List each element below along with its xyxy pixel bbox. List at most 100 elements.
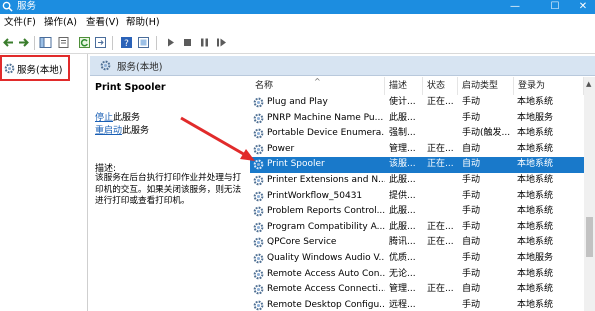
stop-service-row: 停止此服务 [95,110,140,123]
service-row[interactable]: PNRP Machine Name Pu... 此服... 手动 本地服务 [250,111,595,127]
service-startup-type: 自动 [462,159,481,170]
service-log-on-as: 本地服务 [517,112,554,123]
service-name: PNRP Machine Name Pu... [267,112,384,123]
service-log-on-as: 本地系统 [517,221,554,232]
service-startup-type: 手动 [462,190,481,201]
gear-icon [253,300,264,311]
restart-icon[interactable] [215,36,228,49]
service-row[interactable]: Program Compatibility A... 此服... 正在... 手动 本地… [250,220,595,236]
gear-icon [253,206,264,217]
service-startup-type: 手动 [462,253,481,263]
service-name: PrintWorkflow_50431 [267,190,363,201]
toolbar: ? [0,32,595,54]
service-row[interactable]: Remote Access Auto Con... 无论... 手动 本地系统 [250,267,595,283]
close-button[interactable]: ✕ [571,0,595,14]
console-tree-icon[interactable] [39,36,52,49]
title-bar: 服务 — ☐ ✕ [0,0,595,14]
gear-icon [253,113,264,123]
service-row[interactable]: Power 管理... 正在... 自动 本地系统 [250,142,595,158]
service-description: 此服... [389,221,416,232]
services-app-icon [2,1,13,12]
service-row[interactable]: Portable Device Enumera... 强制... 手动(触发... 本… [250,126,595,142]
service-status: 正在... [427,284,454,295]
scroll-up-icon[interactable]: ▲ [586,80,591,88]
gear-icon [253,191,264,201]
service-name: Quality Windows Audio V... [267,253,385,263]
service-log-on-as: 本地系统 [517,237,554,248]
gear-icon [253,269,264,279]
service-log-on-as: 本地系统 [517,97,554,107]
service-description: 强制... [389,128,416,139]
service-row[interactable]: Remote Desktop Configu... 远程... 手动 本地系统 [250,298,595,311]
service-startup-type: 手动 [462,268,481,279]
detail-header-label: 服务(本地) [117,62,163,73]
service-row[interactable]: Quality Windows Audio V... 优质... 手动 本地服务 [250,251,595,267]
tree-item-label: 服务(本地) [17,65,63,76]
scrollbar-thumb[interactable] [586,217,593,257]
gear-icon [253,128,264,139]
gear-icon [253,160,264,170]
maximize-button[interactable]: ☐ [535,0,575,14]
service-status: 正在... [427,159,454,170]
service-description: 提供... [389,190,416,201]
menu-file[interactable]: 文件(F) [4,14,36,32]
service-description: 管理... [389,284,416,295]
pause-icon[interactable] [198,36,211,49]
restart-service-suffix: 此服务 [122,126,150,136]
minimize-button[interactable]: — [495,0,535,14]
service-row[interactable]: Printer Extensions and N... 此服... 手动 本地系统 [250,173,595,189]
service-row[interactable]: PrintWorkflow_50431 提供... 手动 本地系统 [250,189,595,205]
gear-icon [253,222,264,233]
stop-service-link[interactable]: 停止 [95,113,113,123]
service-startup-type: 自动 [462,284,481,295]
gear-icon [253,238,264,248]
service-row[interactable]: Problem Reports Control... 此服... 手动 本地系统 [250,204,595,220]
service-status: 正在... [427,237,454,248]
stop-service-suffix: 此服务 [113,113,141,123]
vertical-scrollbar[interactable]: ▲ [584,77,595,311]
console-tree-pane: 服务(本地) [0,54,88,311]
menu-help[interactable]: 帮助(H) [126,14,160,32]
column-header-startup-type[interactable]: 启动类型 [458,77,514,95]
restart-service-link[interactable]: 重启动 [95,126,122,136]
service-row[interactable]: QPCore Service 腾讯... 正在... 自动 本地系统 [250,235,595,251]
help-icon[interactable]: ? [120,36,133,49]
gear-icon [253,175,264,186]
column-header-name[interactable]: 名称 ^ [250,77,385,95]
service-description: 该服... [389,159,416,170]
refresh-icon[interactable] [78,36,91,49]
properties-icon[interactable] [57,36,70,49]
back-arrow-icon[interactable] [2,36,15,49]
gear-icon [253,97,264,108]
play-icon[interactable] [164,36,177,49]
column-header-log-on-as[interactable]: 登录为 [514,77,584,95]
service-log-on-as: 本地系统 [517,159,554,170]
service-description: 无论... [389,268,416,279]
detail-header: 服务(本地) [90,56,595,76]
service-status: 正在... [427,97,454,107]
view-icon[interactable] [137,36,150,49]
menu-action[interactable]: 操作(A) [44,14,77,32]
service-row[interactable]: Print Spooler 该服... 正在... 自动 本地系统 [250,157,595,173]
service-log-on-as: 本地服务 [517,253,554,263]
forward-arrow-icon[interactable] [17,36,30,49]
service-name: Remote Desktop Configu... [267,299,385,310]
menu-view[interactable]: 查看(V) [86,14,119,32]
column-header-status[interactable]: 状态 [423,77,458,95]
column-header-description[interactable]: 描述 [385,77,423,95]
service-description: 远程... [389,299,416,310]
stop-icon[interactable] [181,36,194,49]
gear-icon [253,253,264,264]
service-description: 腾讯... [389,237,416,248]
service-name: Remote Access Auto Con... [267,268,385,279]
service-row[interactable]: Remote Access Connecti... 管理... 正在... 自动 本地系… [250,282,595,298]
service-row[interactable]: Plug and Play 使计... 正在... 手动 本地系统 [250,95,595,111]
gear-icon [253,284,264,295]
export-icon[interactable] [94,36,107,49]
sort-ascending-icon: ^ [314,77,321,86]
service-startup-type: 手动 [462,299,481,310]
gear-icon [253,144,264,155]
tree-item-services-local[interactable]: 服务(本地) [0,55,70,81]
service-log-on-as: 本地系统 [517,128,554,139]
service-description: 此服... [389,112,416,123]
